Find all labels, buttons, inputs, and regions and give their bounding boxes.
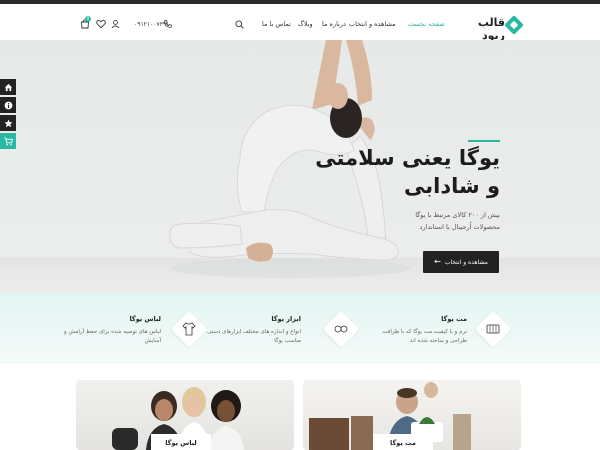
cart-count-badge: 0 [85, 16, 91, 22]
hero-title-line2: و شادابی [403, 174, 500, 198]
nav-contact[interactable]: تماس با ما [262, 20, 291, 28]
tools-icon [334, 325, 348, 333]
feature-clothes-desc-line1: لباس های توصیه شده برای حفظ آرامش و [64, 329, 161, 335]
features-band: مت یوگا نرم و با کیفیت مت یوگا که با ظرا… [0, 292, 600, 364]
category-card-mat[interactable]: مت یوگا [303, 380, 521, 450]
feature-clothes-desc-line2: آسایش [144, 338, 161, 344]
category-card-clothes[interactable]: لباس یوگا [76, 380, 294, 450]
mat-icon [486, 324, 500, 334]
home-button[interactable] [0, 79, 16, 95]
side-toolbar [0, 79, 16, 151]
hero-accent-line [468, 140, 500, 142]
search-icon[interactable] [235, 20, 244, 29]
hero-subtitle-line1: بیش از ۲۰۰ کالای مرتبط با یوگا [415, 211, 500, 219]
star-icon [3, 119, 13, 127]
feature-tools-title: ابزار یوگا [271, 315, 301, 323]
nav-shop[interactable]: مشاهده و انتخاب [349, 20, 396, 28]
user-icon[interactable] [111, 19, 120, 29]
site-header: قالب ریود صفحه نخست مشاهده و انتخاب دربا… [0, 4, 600, 42]
feature-mat-icon-box [474, 310, 512, 348]
hero-title-line1: یوگا یعنی سلامتی [315, 146, 500, 170]
feature-mat-desc-line2: طراحی و ساخته شده اند [409, 338, 467, 344]
favorites-button[interactable] [0, 115, 16, 131]
feature-mat-title: مت یوگا [441, 315, 467, 323]
logo-icon[interactable] [504, 15, 524, 35]
info-button[interactable] [0, 97, 16, 113]
nav-about[interactable]: درباره ما [322, 20, 346, 28]
category-card-clothes-label: لباس یوگا [151, 434, 211, 450]
category-card-mat-label: مت یوگا [373, 434, 433, 450]
phone-number[interactable]: ۰۹۱۲۱۰۰۷۳۹۱ [134, 21, 169, 28]
info-icon [4, 101, 12, 109]
feature-tools-desc-line1: انواع و اندازه های مختلف ابزارهای دستی [207, 329, 301, 335]
hero-cta-label: مشاهده و انتخاب [444, 258, 488, 266]
nav-blog[interactable]: وبلاگ [298, 20, 313, 28]
feature-tools-icon-box [322, 310, 360, 348]
hero-banner: یوگا یعنی سلامتی و شادابی بیش از ۲۰۰ کال… [0, 40, 600, 292]
logo-text[interactable]: قالب ریود [465, 16, 505, 42]
feature-clothes-title: لباس یوگا [129, 315, 161, 323]
hero-subtitle-line2: محصولات اُرجینال با استاندارد [419, 223, 500, 231]
hero-cta-button[interactable]: مشاهده و انتخاب ← [423, 251, 499, 273]
arrow-left-icon: ← [434, 257, 441, 266]
cart-icon [3, 137, 13, 145]
home-icon [4, 83, 12, 91]
cart-button[interactable] [0, 133, 16, 149]
clothes-icon [182, 322, 196, 336]
heart-icon[interactable] [96, 19, 106, 29]
nav-home[interactable]: صفحه نخست [408, 20, 445, 28]
feature-mat-desc-line1: نرم و با کیفیت مت یوگا که با ظرافت [382, 329, 467, 335]
feature-tools-desc-line2: مناسب یوگا [274, 338, 301, 344]
